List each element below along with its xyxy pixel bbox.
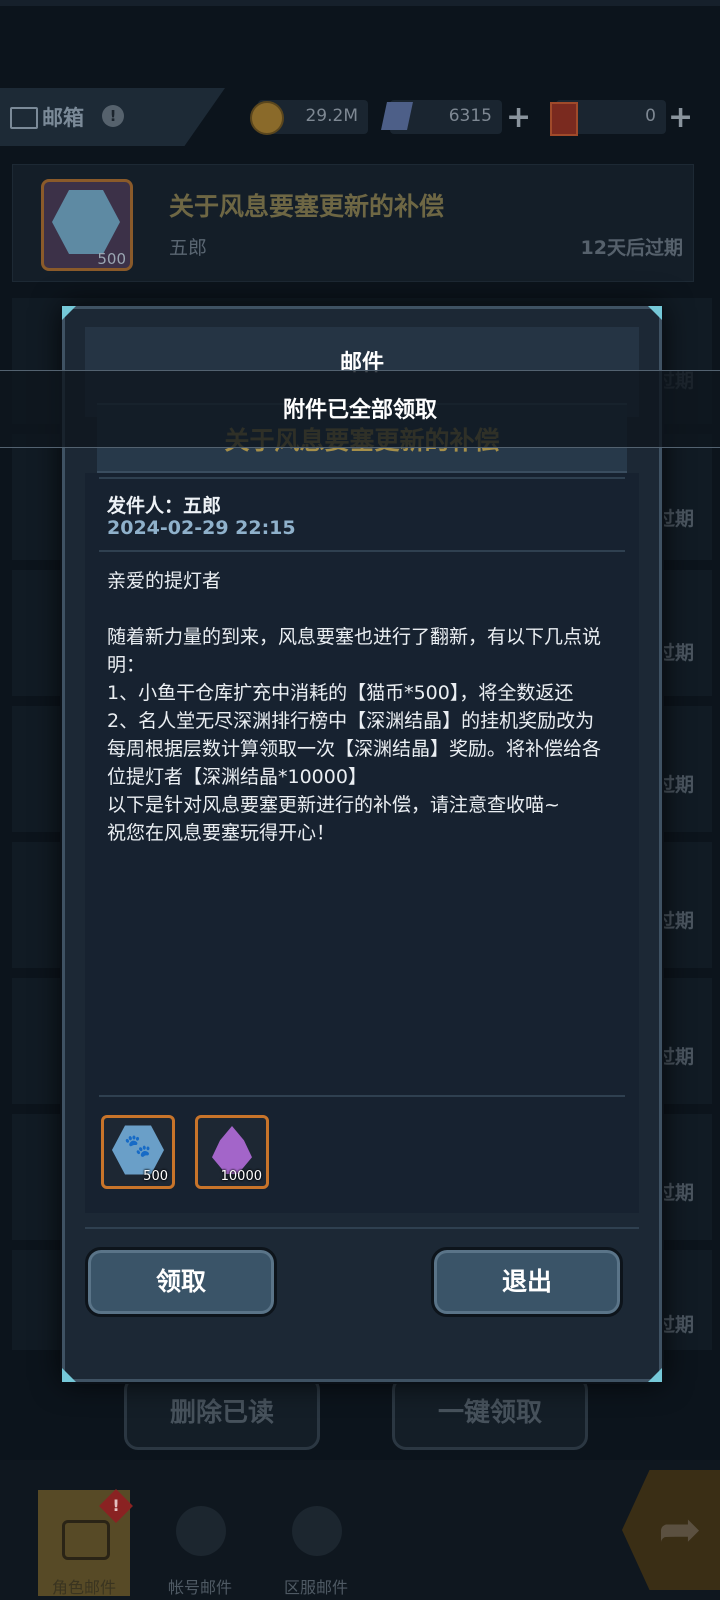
- forward-arrow-icon: ➦: [658, 1500, 702, 1560]
- ticket-counter: 0: [550, 100, 666, 136]
- divider: [99, 1095, 625, 1097]
- tab-label: 角色邮件: [51, 1578, 116, 1597]
- claim-button[interactable]: 领取: [85, 1247, 277, 1317]
- account-mail-icon: [176, 1506, 226, 1556]
- envelope-icon: [10, 107, 38, 129]
- corner-ornament: [62, 306, 76, 320]
- warning-icon: !: [102, 105, 124, 127]
- tab-label: 帐号邮件: [167, 1578, 232, 1597]
- paw-glyph: 🐾: [124, 1134, 152, 1159]
- mail-expiry: 12天后过期: [580, 237, 683, 259]
- corner-ornament: [648, 1368, 662, 1382]
- crystal-value: 6315: [448, 106, 492, 126]
- coin-value: 29.2M: [305, 106, 358, 126]
- add-crystal-button[interactable]: +: [506, 100, 531, 135]
- mailbox-tab[interactable]: 邮箱 !: [0, 88, 225, 146]
- toast-message: 附件已全部领取: [282, 398, 437, 423]
- mail-item[interactable]: 500 关于风息要塞更新的补偿 五郎 12天后过期: [12, 164, 694, 282]
- abyss-crystal-icon: [212, 1126, 252, 1174]
- ticket-icon: [550, 102, 578, 136]
- mail-sender: 五郎: [169, 237, 208, 259]
- coin-counter: 29.2M: [250, 100, 368, 135]
- coin-icon: [250, 101, 284, 135]
- divider: [85, 1227, 639, 1229]
- tab-label: 区服邮件: [283, 1578, 348, 1597]
- divider: [99, 477, 625, 479]
- crystal-icon: [381, 102, 413, 130]
- badge-text: !: [112, 1496, 120, 1515]
- add-ticket-button[interactable]: +: [668, 100, 693, 135]
- paw-token-icon: [52, 190, 120, 254]
- thumb-qty: 500: [97, 250, 126, 268]
- top-strip: [0, 0, 720, 6]
- server-mail-icon: [292, 1506, 342, 1556]
- delete-read-button[interactable]: 删除已读: [124, 1376, 320, 1450]
- mail-body: 亲爱的提灯者 随着新力量的到来，风息要塞也进行了翻新，有以下几点说明： 1、小鱼…: [107, 570, 602, 844]
- mail-title: 关于风息要塞更新的补偿: [169, 192, 445, 221]
- exit-button[interactable]: 退出: [431, 1247, 623, 1317]
- crystal-counter: 6315: [381, 100, 502, 134]
- corner-ornament: [62, 1368, 76, 1382]
- claim-all-button[interactable]: 一键领取: [392, 1376, 588, 1450]
- tab-account-mail[interactable]: 帐号邮件: [154, 1490, 246, 1597]
- mail-attachment-thumb: 500: [41, 179, 133, 271]
- ticket-value: 0: [645, 106, 656, 126]
- attachment-item[interactable]: 🐾 500: [101, 1115, 175, 1189]
- attachment-item[interactable]: 10000: [195, 1115, 269, 1189]
- attachment-qty: 10000: [220, 1169, 262, 1184]
- mail-sender-line: 发件人：五郎: [107, 495, 222, 517]
- mail-dialog: 邮件 关于风息要塞更新的补偿 发件人：五郎 2024-02-29 22:15 亲…: [62, 306, 662, 1382]
- mail-date: 2024-02-29 22:15: [107, 517, 296, 539]
- divider: [99, 550, 625, 552]
- corner-ornament: [648, 306, 662, 320]
- attachment-qty: 500: [143, 1169, 168, 1184]
- envelope-icon: [62, 1520, 110, 1560]
- tab-server-mail[interactable]: 区服邮件: [270, 1490, 362, 1597]
- mailbox-label: 邮箱: [42, 106, 84, 130]
